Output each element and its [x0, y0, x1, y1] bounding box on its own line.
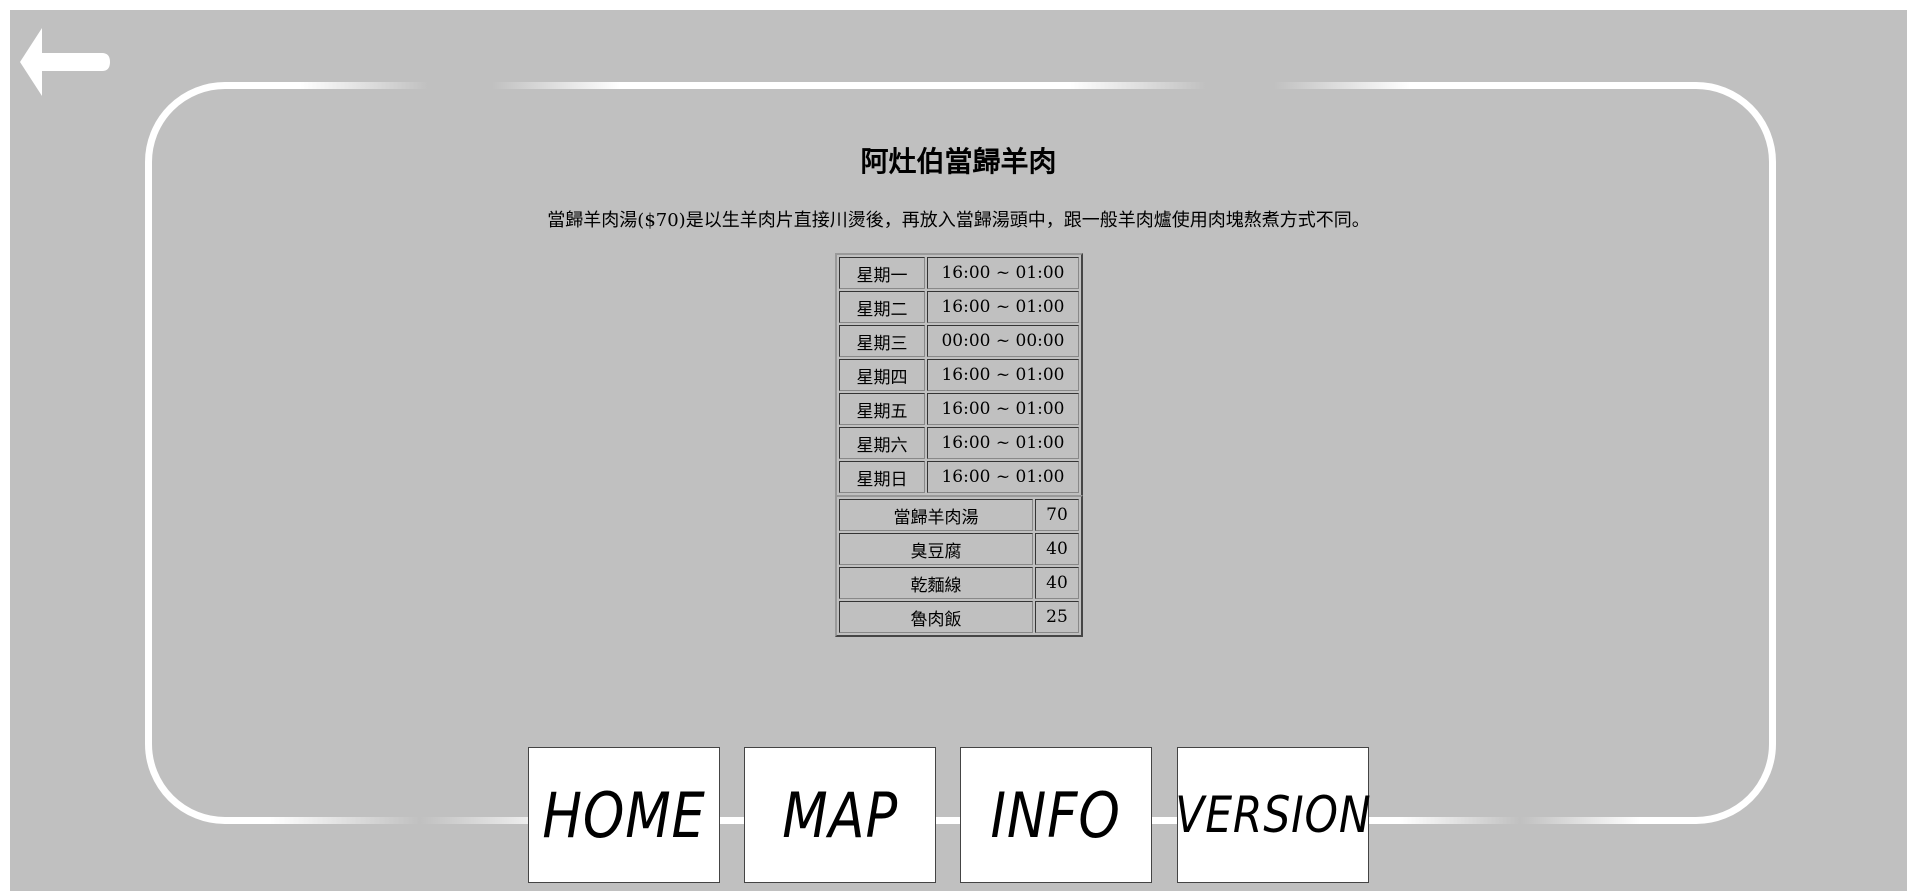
opening-hours-table: 星期一 16:00 ~ 01:00 星期二 16:00 ~ 01:00 星期三 00:… — [835, 253, 1083, 497]
table-row: 乾麵線 40 — [839, 567, 1079, 599]
page-canvas: 阿灶伯當歸羊肉 當歸羊肉湯($70)是以生羊肉片直接川燙後，再放入當歸湯頭中，跟… — [10, 10, 1907, 891]
frame-highlight — [1070, 80, 1410, 89]
table-row: 星期二 16:00 ~ 01:00 — [839, 291, 1079, 323]
time-cell: 16:00 ~ 01:00 — [927, 427, 1079, 459]
table-row: 星期三 00:00 ~ 00:00 — [839, 325, 1079, 357]
back-button[interactable] — [12, 18, 112, 98]
frame-highlight — [300, 80, 620, 89]
home-button-label: HOME — [542, 778, 706, 852]
day-cell: 星期三 — [839, 325, 925, 357]
day-cell: 星期日 — [839, 461, 925, 493]
version-button[interactable]: VERSION — [1174, 747, 1372, 883]
menu-item-cell: 臭豆腐 — [839, 533, 1033, 565]
info-button[interactable]: INFO — [960, 747, 1152, 883]
time-cell: 00:00 ~ 00:00 — [927, 325, 1079, 357]
table-row: 當歸羊肉湯 70 — [839, 499, 1079, 531]
table-row: 星期五 16:00 ~ 01:00 — [839, 393, 1079, 425]
home-button[interactable]: HOME — [528, 747, 720, 883]
day-cell: 星期六 — [839, 427, 925, 459]
menu-item-cell: 乾麵線 — [839, 567, 1033, 599]
info-button-label: INFO — [990, 778, 1122, 852]
menu-item-cell: 當歸羊肉湯 — [839, 499, 1033, 531]
frame-highlight — [1400, 816, 1640, 825]
map-button-label: MAP — [782, 778, 898, 852]
day-cell: 星期四 — [839, 359, 925, 391]
time-cell: 16:00 ~ 01:00 — [927, 291, 1079, 323]
time-cell: 16:00 ~ 01:00 — [927, 359, 1079, 391]
map-button[interactable]: MAP — [744, 747, 936, 883]
page-title: 阿灶伯當歸羊肉 — [860, 145, 1057, 178]
frame-highlight — [270, 816, 570, 825]
day-cell: 星期二 — [839, 291, 925, 323]
back-arrow-icon — [20, 28, 110, 96]
table-row: 臭豆腐 40 — [839, 533, 1079, 565]
table-row: 星期一 16:00 ~ 01:00 — [839, 257, 1079, 289]
price-cell: 40 — [1035, 567, 1079, 599]
version-button-label: VERSION — [1174, 786, 1372, 844]
time-cell: 16:00 ~ 01:00 — [927, 257, 1079, 289]
table-row: 星期六 16:00 ~ 01:00 — [839, 427, 1079, 459]
table-row: 星期四 16:00 ~ 01:00 — [839, 359, 1079, 391]
table-row: 魯肉飯 25 — [839, 601, 1079, 633]
time-cell: 16:00 ~ 01:00 — [927, 461, 1079, 493]
price-cell: 25 — [1035, 601, 1079, 633]
price-cell: 40 — [1035, 533, 1079, 565]
time-cell: 16:00 ~ 01:00 — [927, 393, 1079, 425]
price-cell: 70 — [1035, 499, 1079, 531]
day-cell: 星期一 — [839, 257, 925, 289]
menu-table: 當歸羊肉湯 70 臭豆腐 40 乾麵線 40 魯肉飯 25 — [835, 495, 1083, 637]
page-description: 當歸羊肉湯($70)是以生羊肉片直接川燙後，再放入當歸湯頭中，跟一般羊肉爐使用肉… — [547, 210, 1370, 231]
day-cell: 星期五 — [839, 393, 925, 425]
table-row: 星期日 16:00 ~ 01:00 — [839, 461, 1079, 493]
menu-item-cell: 魯肉飯 — [839, 601, 1033, 633]
